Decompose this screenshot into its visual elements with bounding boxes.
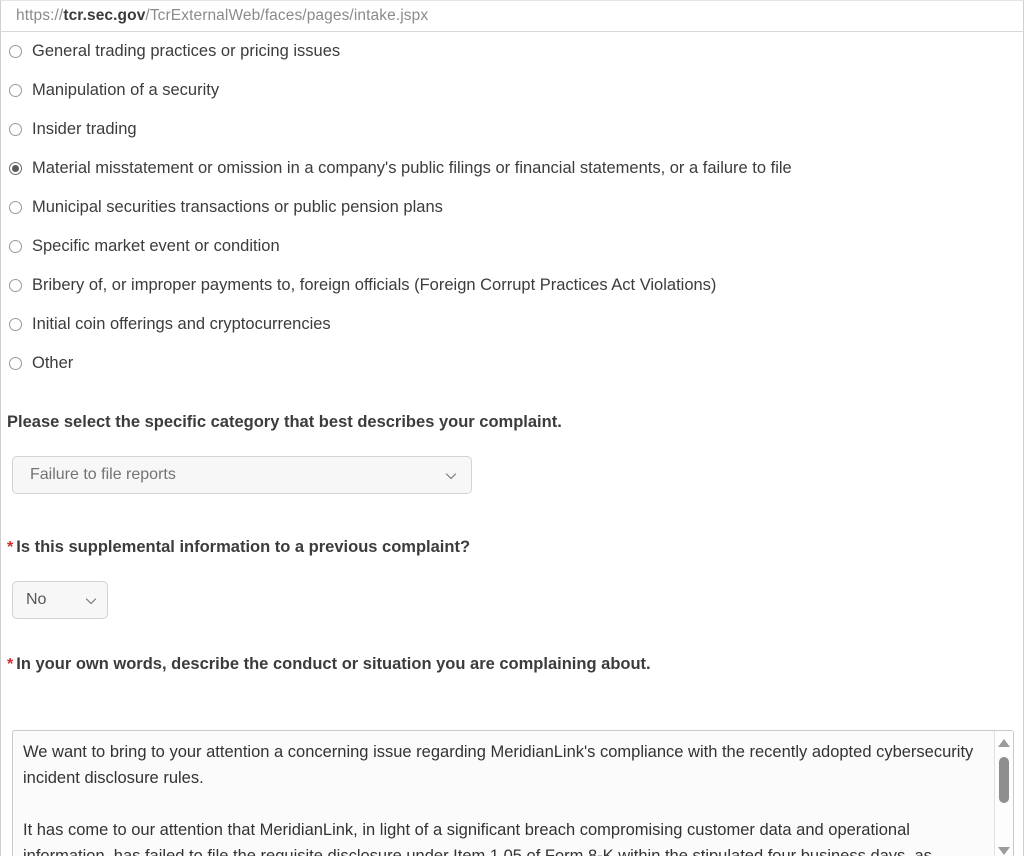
radio-option-other[interactable]: Other	[1, 344, 1023, 383]
address-bar[interactable]: https://tcr.sec.gov/TcrExternalWeb/faces…	[0, 0, 1024, 32]
radio-option-specific-market-event[interactable]: Specific market event or condition	[1, 227, 1023, 266]
describe-conduct-textarea[interactable]: We want to bring to your attention a con…	[12, 730, 1014, 856]
complaint-type-radio-group: General trading practices or pricing iss…	[1, 32, 1023, 383]
radio-icon[interactable]	[9, 357, 22, 370]
textarea-scrollbar[interactable]	[994, 731, 1013, 856]
supplemental-info-label-text: Is this supplemental information to a pr…	[16, 538, 471, 556]
supplemental-info-value: No	[26, 591, 47, 608]
chevron-down-icon	[85, 594, 97, 606]
scrollbar-thumb[interactable]	[999, 757, 1009, 803]
supplemental-info-select[interactable]: No	[12, 581, 108, 619]
radio-option-general-trading[interactable]: General trading practices or pricing iss…	[1, 32, 1023, 71]
radio-option-material-misstatement[interactable]: Material misstatement or omission in a c…	[1, 149, 1023, 188]
radio-icon[interactable]	[9, 84, 22, 97]
radio-icon-selected[interactable]	[9, 162, 22, 175]
radio-option-label: Manipulation of a security	[32, 81, 220, 100]
radio-icon[interactable]	[9, 279, 22, 292]
required-asterisk: *	[7, 539, 14, 556]
describe-conduct-text[interactable]: We want to bring to your attention a con…	[13, 731, 994, 856]
radio-option-initial-coin-offerings[interactable]: Initial coin offerings and cryptocurrenc…	[1, 305, 1023, 344]
radio-option-municipal-securities[interactable]: Municipal securities transactions or pub…	[1, 188, 1023, 227]
radio-option-manipulation[interactable]: Manipulation of a security	[1, 71, 1023, 110]
specific-category-value: Failure to file reports	[30, 465, 176, 483]
radio-option-label: Initial coin offerings and cryptocurrenc…	[32, 315, 331, 334]
supplemental-info-label: * Is this supplemental information to a p…	[1, 539, 470, 556]
url-domain: tcr.sec.gov	[63, 7, 146, 25]
scroll-up-arrow-icon[interactable]	[998, 739, 1010, 747]
browser-window: https://tcr.sec.gov/TcrExternalWeb/faces…	[0, 0, 1024, 856]
radio-icon[interactable]	[9, 318, 22, 331]
describe-conduct-label-text: In your own words, describe the conduct …	[16, 655, 651, 673]
specific-category-select[interactable]: Failure to file reports	[12, 455, 472, 494]
specific-category-label: Please select the specific category that…	[7, 413, 562, 431]
describe-conduct-label: * In your own words, describe the conduct…	[1, 656, 651, 673]
supplemental-info-block: * Is this supplemental information to a p…	[1, 539, 470, 619]
radio-option-bribery-fcpa[interactable]: Bribery of, or improper payments to, for…	[1, 266, 1023, 305]
required-asterisk: *	[7, 656, 14, 673]
scroll-down-arrow-icon[interactable]	[998, 847, 1010, 855]
radio-option-label: Specific market event or condition	[32, 237, 280, 256]
chevron-down-icon	[445, 469, 457, 481]
radio-icon[interactable]	[9, 45, 22, 58]
radio-icon[interactable]	[9, 123, 22, 136]
describe-conduct-block: * In your own words, describe the conduct…	[1, 656, 651, 673]
radio-option-label: Other	[32, 354, 74, 373]
url-prefix: https://	[16, 7, 64, 25]
url-path: /TcrExternalWeb/faces/pages/intake.jspx	[145, 7, 429, 25]
radio-icon[interactable]	[9, 240, 22, 253]
radio-option-label: General trading practices or pricing iss…	[32, 42, 341, 61]
radio-option-insider-trading[interactable]: Insider trading	[1, 110, 1023, 149]
radio-option-label: Bribery of, or improper payments to, for…	[32, 276, 717, 295]
radio-option-label: Material misstatement or omission in a c…	[32, 159, 792, 178]
url-text: https://tcr.sec.gov/TcrExternalWeb/faces…	[16, 8, 428, 24]
radio-icon[interactable]	[9, 201, 22, 214]
radio-option-label: Municipal securities transactions or pub…	[32, 198, 443, 217]
radio-option-label: Insider trading	[32, 120, 137, 139]
specific-category-block: Please select the specific category that…	[1, 414, 562, 494]
page-content: General trading practices or pricing iss…	[0, 32, 1024, 856]
